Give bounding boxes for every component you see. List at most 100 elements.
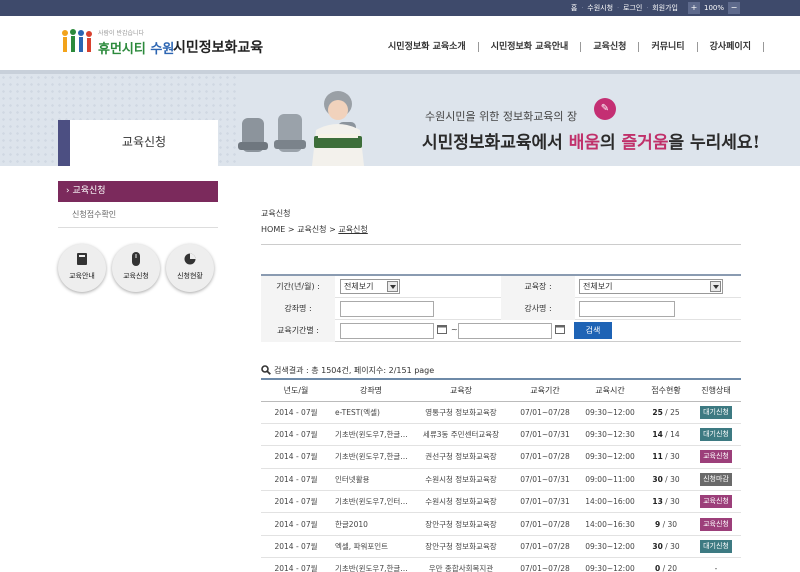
site-title: 시민정보화교육 xyxy=(173,40,264,56)
col-registration: 접수현황 xyxy=(641,379,691,402)
suwon-city-link[interactable]: 수원시청 xyxy=(587,3,613,13)
breadcrumb-home[interactable]: HOME xyxy=(261,225,285,234)
breadcrumb-level1[interactable]: 교육신청 xyxy=(297,225,326,234)
nav-edu-guide[interactable]: 시민정보화 교육안내 xyxy=(479,42,582,52)
status-badge[interactable]: 대기신청 xyxy=(700,405,732,419)
cell-year-month: 2014 - 07월 xyxy=(261,512,331,536)
cell-period: 07/01~07/28 xyxy=(511,535,579,559)
section-title-box: 교육신청 xyxy=(58,120,218,166)
cell-time: 09:30~12:00 xyxy=(579,557,641,572)
quick-link-status[interactable]: 신청현황 xyxy=(166,244,214,292)
cell-course-name[interactable]: 기초반(윈도우7,인터… xyxy=(331,490,411,514)
table-row[interactable]: 2014 - 07월 인터넷활용 수원시청 정보화교육장 07/01~07/31 09:… xyxy=(261,468,741,492)
table-row[interactable]: 2014 - 07월 기초반(윈도우7,인터… 수원시청 정보화교육장 07/01~0… xyxy=(261,490,741,514)
cell-registration: 11 / 30 xyxy=(641,445,691,469)
content-title: 교육신청 xyxy=(261,209,291,218)
section-title: 교육신청 xyxy=(121,135,167,149)
status-badge[interactable]: 대기신청 xyxy=(700,540,732,554)
cell-place: 세류3동 주민센터교육장 xyxy=(411,423,511,447)
cell-time: 09:30~12:30 xyxy=(579,423,641,447)
table-row[interactable]: 2014 - 07월 기초반(윈도우7,한글… 세류3동 주민센터교육장 07/01~… xyxy=(261,423,741,447)
reading-woman-illustration xyxy=(312,91,364,166)
zoom-in-button[interactable]: + xyxy=(687,2,700,14)
signup-link[interactable]: 회원가입 xyxy=(652,3,678,13)
logo-brand: 휴먼시티 수원 xyxy=(98,42,175,57)
result-summary: 검색결과 : 총 1504건, 페이지수: 2/151 page xyxy=(261,364,434,376)
zoom-out-button[interactable]: − xyxy=(728,2,740,14)
cell-registration: 25 / 25 xyxy=(641,401,691,424)
people-logo-icon xyxy=(62,29,92,52)
login-link[interactable]: 로그인 xyxy=(623,3,642,13)
nav-edu-apply[interactable]: 교육신청 xyxy=(581,42,640,52)
cell-period: 07/01~07/28 xyxy=(511,445,579,469)
table-row[interactable]: 2014 - 07월 엑셀, 파워포인트 장안구청 정보화교육장 07/01~07/2… xyxy=(261,535,741,559)
status-badge[interactable]: 신청마감 xyxy=(700,472,732,486)
cell-period: 07/01~07/28 xyxy=(511,401,579,424)
cell-status: 대기신청 xyxy=(691,535,741,559)
teacher-label: 강사명 : xyxy=(501,298,575,320)
cell-period: 07/01~07/31 xyxy=(511,423,579,447)
cell-place: 장안구청 정보화교육장 xyxy=(411,512,511,536)
course-name-input[interactable] xyxy=(340,301,434,317)
calendar-icon[interactable] xyxy=(437,324,447,334)
sidebar-item-apply[interactable]: › 교육신청 xyxy=(58,181,218,202)
cell-registration: 30 / 30 xyxy=(641,468,691,492)
cell-status: 대기신청 xyxy=(691,423,741,447)
start-date-input[interactable] xyxy=(340,323,434,339)
search-button[interactable]: 검색 xyxy=(574,322,612,339)
cell-period: 07/01~07/28 xyxy=(511,512,579,536)
site-header: 사람이 반갑습니다 휴먼시티 수원 시민정보화교육 시민정보화 교육소개 시민정… xyxy=(0,16,800,70)
banner-tagline: 수원시민을 위한 정보화교육의 장 xyxy=(425,110,578,123)
cell-status: 교육신청 xyxy=(691,490,741,514)
nav-edu-intro[interactable]: 시민정보화 교육소개 xyxy=(376,42,479,52)
quick-link-guide[interactable]: 교육안내 xyxy=(58,244,106,292)
sidebar-item-check[interactable]: 신청접수확인 xyxy=(58,202,218,228)
cell-course-name[interactable]: 엑셀, 파워포인트 xyxy=(331,535,411,559)
period-select[interactable]: 전체보기 xyxy=(340,279,400,294)
breadcrumb-current[interactable]: 교육신청 xyxy=(338,225,367,234)
book-icon xyxy=(77,253,87,265)
mouse-icon xyxy=(132,252,140,266)
site-logo[interactable]: 사람이 반갑습니다 휴먼시티 수원 시민정보화교육 xyxy=(60,28,270,60)
cell-course-name[interactable]: 한글2010 xyxy=(331,512,411,536)
nav-instructor-page[interactable]: 강사페이지 xyxy=(698,42,764,52)
cell-course-name[interactable]: 기초반(윈도우7,한글… xyxy=(331,445,411,469)
cell-period: 07/01~07/31 xyxy=(511,490,579,514)
status-badge[interactable]: 교육신청 xyxy=(700,517,732,531)
table-row[interactable]: 2014 - 07월 기초반(윈도우7,한글… 권선구청 정보화교육장 07/01~0… xyxy=(261,445,741,469)
status-badge[interactable]: 대기신청 xyxy=(700,428,732,442)
cell-registration: 0 / 20 xyxy=(641,557,691,572)
status-text: - xyxy=(714,564,718,572)
end-date-input[interactable] xyxy=(458,323,552,339)
nav-community[interactable]: 커뮤니티 xyxy=(639,42,698,52)
table-row[interactable]: 2014 - 07월 한글2010 장안구청 정보화교육장 07/01~07/28 14… xyxy=(261,512,741,536)
utility-links: 홈 · 수원시청 · 로그인 · 회원가입 xyxy=(570,3,678,13)
place-label: 교육장 : xyxy=(501,276,575,298)
cell-course-name[interactable]: 기초반(윈도우7,한글… xyxy=(331,423,411,447)
cell-course-name[interactable]: 인터넷활용 xyxy=(331,468,411,492)
cell-time: 09:30~12:00 xyxy=(579,535,641,559)
cell-registration: 13 / 30 xyxy=(641,490,691,514)
teacher-name-input[interactable] xyxy=(579,301,675,317)
cell-status: 교육신청 xyxy=(691,445,741,469)
cell-course-name[interactable]: 기초반(윈도우7,한글… xyxy=(331,557,411,572)
breadcrumb: HOME > 교육신청 > 교육신청 xyxy=(261,225,368,234)
place-select[interactable]: 전체보기 xyxy=(579,279,723,294)
cell-course-name[interactable]: e-TEST(엑셀) xyxy=(331,401,411,424)
dates-label: 교육기간별 : xyxy=(261,320,335,342)
table-row[interactable]: 2014 - 07월 e-TEST(엑셀) 영통구청 정보화교육장 07/01~07/… xyxy=(261,401,741,424)
top-utility-bar: 홈 · 수원시청 · 로그인 · 회원가입 + 100% − xyxy=(0,0,800,16)
quick-link-apply[interactable]: 교육신청 xyxy=(112,244,160,292)
home-link[interactable]: 홈 xyxy=(571,3,577,13)
main-navigation: 시민정보화 교육소개 시민정보화 교육안내 교육신청 커뮤니티 강사페이지 xyxy=(376,42,764,52)
cell-time: 09:30~12:00 xyxy=(579,445,641,469)
cell-year-month: 2014 - 07월 xyxy=(261,445,331,469)
result-count: 검색결과 : 총 1504건, 페이지수: 2/151 page xyxy=(274,365,435,375)
col-status: 진행상태 xyxy=(691,379,741,402)
status-badge[interactable]: 교육신청 xyxy=(700,495,732,509)
calendar-icon[interactable] xyxy=(555,324,565,334)
status-badge[interactable]: 교육신청 xyxy=(700,450,732,464)
zoom-level: 100% xyxy=(703,4,724,12)
table-row[interactable]: 2014 - 07월 기초반(윈도우7,한글… 우만 종합사회복지관 07/01~07… xyxy=(261,557,741,572)
table-header-row: 년도/월 강좌명 교육장 교육기간 교육시간 접수현황 진행상태 xyxy=(261,379,741,402)
